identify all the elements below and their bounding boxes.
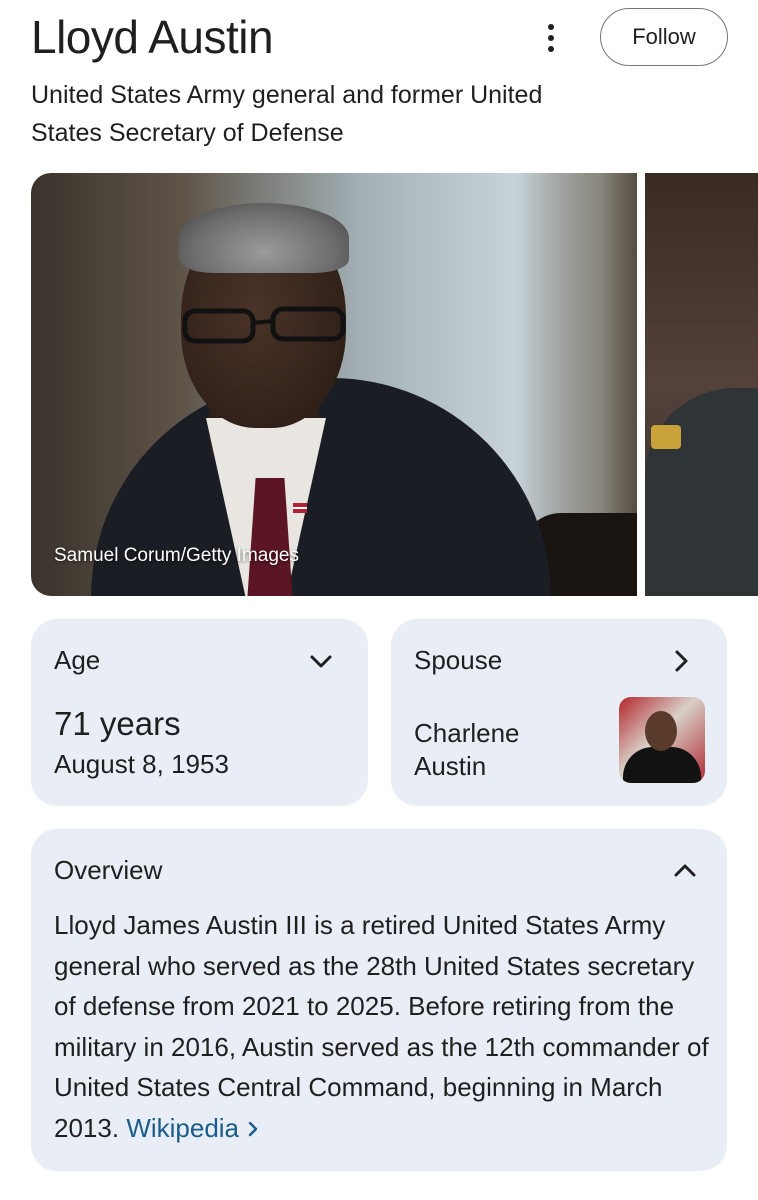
chevron-right-small-icon (249, 1121, 258, 1136)
more-vert-icon-dot (548, 35, 554, 41)
wikipedia-link-label: Wikipedia (126, 1112, 240, 1143)
more-vert-icon (548, 24, 554, 30)
spouse-photo-face (645, 711, 677, 751)
photo-rank-insignia (651, 425, 681, 449)
overview-card: Overview Lloyd James Austin III is a ret… (31, 829, 727, 1171)
overview-description: Lloyd James Austin III is a retired Unit… (54, 910, 709, 1143)
more-options-button[interactable] (535, 20, 567, 56)
photo-hair (179, 203, 349, 273)
more-vert-icon-dot (548, 46, 554, 52)
spouse-card[interactable]: Spouse Charlene Austin (391, 619, 727, 806)
age-card[interactable]: Age 71 years August 8, 1953 (31, 619, 368, 806)
entity-title: Lloyd Austin (31, 11, 274, 63)
photo-glasses (182, 306, 346, 344)
overview-label: Overview (54, 855, 163, 885)
spouse-label: Spouse (414, 645, 503, 675)
flag-pin (293, 503, 307, 513)
age-value: 71 years (54, 705, 181, 742)
image-gallery[interactable]: Samuel Corum/Getty Images (31, 173, 758, 596)
chevron-up-icon[interactable] (671, 857, 699, 885)
age-label: Age (54, 645, 101, 675)
photo-uniform (645, 388, 758, 596)
overview-text: Lloyd James Austin III is a retired Unit… (54, 905, 709, 1148)
photo-credit: Samuel Corum/Getty Images (54, 545, 299, 566)
birth-date: August 8, 1953 (54, 749, 229, 779)
spouse-photo[interactable] (619, 697, 705, 783)
follow-button[interactable]: Follow (600, 8, 728, 66)
wikipedia-link[interactable]: Wikipedia (126, 1113, 260, 1143)
chevron-right-icon (675, 650, 688, 672)
knowledge-panel-header: Lloyd Austin Follow United States Army g… (31, 8, 728, 158)
main-photo[interactable]: Samuel Corum/Getty Images (31, 173, 637, 596)
spouse-name[interactable]: Charlene Austin (414, 717, 594, 783)
entity-subtitle: United States Army general and former Un… (31, 81, 543, 147)
spouse-photo-body (623, 747, 701, 783)
chevron-down-icon (310, 655, 332, 668)
second-photo[interactable] (645, 173, 758, 596)
